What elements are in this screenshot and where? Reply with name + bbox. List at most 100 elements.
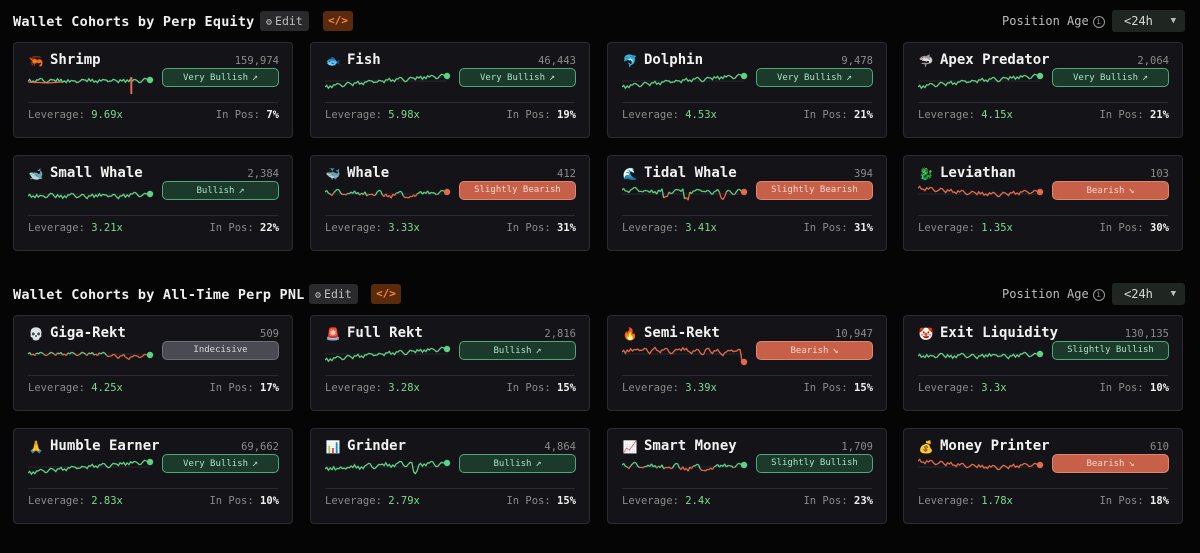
sparkline-end-dot — [1036, 461, 1044, 469]
edit-button[interactable]: ⚙ Edit — [309, 284, 358, 304]
sparkline-segment — [374, 191, 378, 196]
in-position-label: In Pos: 7% — [216, 109, 279, 121]
sparkline-segment — [690, 190, 694, 194]
sparkline-path — [28, 77, 149, 84]
card-divider — [325, 488, 575, 489]
sparkline-segment — [723, 191, 727, 198]
cohort-name: Full Rekt — [347, 325, 423, 341]
cohort-card[interactable]: 🐳 Whale 412 Slightly Bearish Leverage: 3… — [310, 155, 590, 251]
leverage-label: Leverage: 2.4x — [622, 495, 711, 507]
position-age-select[interactable]: <24h ▼ — [1112, 10, 1185, 32]
sparkline — [28, 190, 154, 200]
sentiment-badge: Very Bullish ↗ — [1052, 68, 1169, 87]
leverage-value: 2.79x — [388, 495, 420, 507]
edit-button[interactable]: ⚙ Edit — [260, 11, 309, 31]
sparkline-segment — [668, 191, 672, 195]
leverage-label-text: Leverage: — [325, 495, 382, 507]
cohort-card[interactable]: 💰 Money Printer 610 Bearish ↘ Leverage: 1… — [903, 428, 1183, 524]
sparkline-segment — [114, 354, 118, 358]
cohort-card[interactable]: 🦐 Shrimp 159,974 Very Bullish ↗ Leverage:… — [13, 42, 293, 138]
sparkline-segment — [725, 189, 729, 193]
sparkline — [622, 461, 748, 472]
cohort-card[interactable]: 📊 Grinder 4,864 Bullish ↗ Leverage: 2.79x… — [310, 428, 590, 524]
trend-up-icon: ↗ — [252, 458, 259, 469]
cohort-count: 103 — [1150, 168, 1169, 180]
gear-icon: ⚙ — [315, 290, 322, 301]
sparkline-segment — [671, 464, 675, 469]
in-pos-label-text: In Pos: — [215, 109, 261, 121]
cohort-name: Giga-Rekt — [50, 325, 126, 341]
in-position-value: 19% — [557, 109, 576, 121]
sentiment-badge: Bullish ↗ — [162, 181, 279, 200]
sparkline-segment — [393, 192, 397, 196]
leverage-label: Leverage: 1.78x — [918, 495, 1013, 507]
sparkline-segment — [338, 189, 342, 194]
cohort-card[interactable]: 🤡 Exit Liquidity 130,135 Slightly Bullis… — [903, 315, 1183, 411]
in-position-value: 21% — [854, 109, 873, 121]
cohort-name: Leviathan — [940, 165, 1016, 181]
sparkline — [28, 458, 154, 476]
cohort-card[interactable]: 🐟 Fish 46,443 Very Bullish ↗ Leverage: 5.… — [310, 42, 590, 138]
cohort-count: 2,384 — [247, 168, 279, 180]
cohort-card[interactable]: 🐉 Leviathan 103 Bearish ↘ Leverage: 1.35x… — [903, 155, 1183, 251]
cohort-card[interactable]: 🌊 Tidal Whale 394 Slightly Bearish Lever… — [607, 155, 887, 251]
sparkline-segment — [731, 192, 734, 196]
position-age-select[interactable]: <24h ▼ — [1112, 283, 1185, 305]
sparkline-segment — [334, 188, 338, 192]
sparkline-segment — [713, 465, 717, 468]
sparkline-segment — [687, 191, 691, 201]
cohort-card[interactable]: 🔥 Semi-Rekt 10,947 Bearish ↘ Leverage: 3.… — [607, 315, 887, 411]
sparkline-segment — [376, 189, 380, 193]
card-divider — [622, 102, 872, 103]
cohort-card[interactable]: 🙏 Humble Earner 69,662 Very Bullish ↗ Lev… — [13, 428, 293, 524]
in-pos-label-text: In Pos: — [803, 495, 848, 507]
in-pos-label-text: In Pos: — [1099, 382, 1144, 394]
sparkline-segment — [628, 465, 632, 469]
section-title: Wallet Cohorts by All-Time Perp PNL — [13, 287, 305, 303]
trend-up-icon: ↗ — [252, 72, 259, 83]
leverage-label-text: Leverage: — [622, 495, 679, 507]
chevron-down-icon: ▼ — [1170, 16, 1176, 26]
sparkline-end-dot — [146, 351, 154, 359]
sparkline-end-dot — [443, 188, 451, 196]
cohort-card[interactable]: 📈 Smart Money 1,709 Slightly Bullish Lev… — [607, 428, 887, 524]
sparkline-segment — [348, 191, 352, 195]
sparkline-segment — [137, 355, 140, 359]
sparkline-segment — [625, 465, 628, 468]
code-embed-button[interactable]: </> — [371, 284, 401, 304]
in-pos-label-text: In Pos: — [209, 222, 254, 234]
info-icon[interactable]: i — [1092, 16, 1105, 28]
edit-label: Edit — [324, 287, 352, 301]
in-pos-label-text: In Pos: — [209, 382, 254, 394]
leverage-label-text: Leverage: — [28, 495, 85, 507]
info-icon[interactable]: i — [1092, 289, 1105, 301]
in-position-value: 22% — [260, 222, 279, 234]
sentiment-badge: Bullish ↗ — [459, 341, 576, 360]
leverage-label-text: Leverage: — [325, 222, 382, 234]
age-select-value: <24h — [1124, 14, 1153, 28]
cohort-count: 159,974 — [234, 55, 279, 67]
sentiment-label: Bullish — [196, 186, 235, 196]
sparkline-segment — [736, 462, 739, 466]
sparkline-segment — [722, 196, 726, 200]
sparkline-end-dot — [146, 458, 154, 466]
sparkline — [325, 459, 451, 475]
cohort-card[interactable]: 🚨 Full Rekt 2,816 Bullish ↗ Leverage: 3.2… — [310, 315, 590, 411]
sparkline-segment — [402, 195, 406, 199]
cohort-name: Humble Earner — [50, 438, 160, 454]
cohort-card[interactable]: 🐋 Small Whale 2,384 Bullish ↗ Leverage: 3… — [13, 155, 293, 251]
card-divider — [28, 215, 278, 216]
leverage-label: Leverage: 3.21x — [28, 222, 123, 234]
cohort-card[interactable]: 🦈 Apex Predator 2,064 Very Bullish ↗ Leve… — [903, 42, 1183, 138]
sparkline-end-dot — [146, 76, 154, 84]
cohort-card[interactable]: 💀 Giga-Rekt 509 Indecisive Leverage: 4.2… — [13, 315, 293, 411]
sentiment-badge: Indecisive — [162, 341, 279, 360]
sparkline-end-dot — [740, 358, 748, 366]
cohort-card[interactable]: 🐬 Dolphin 9,478 Very Bullish ↗ Leverage: … — [607, 42, 887, 138]
cohort-count: 4,864 — [544, 441, 576, 453]
sparkline — [918, 185, 1044, 198]
sparkline-path — [622, 346, 743, 363]
leverage-label-text: Leverage: — [28, 382, 85, 394]
leverage-value: 4.53x — [685, 109, 717, 121]
code-embed-button[interactable]: </> — [323, 11, 353, 31]
